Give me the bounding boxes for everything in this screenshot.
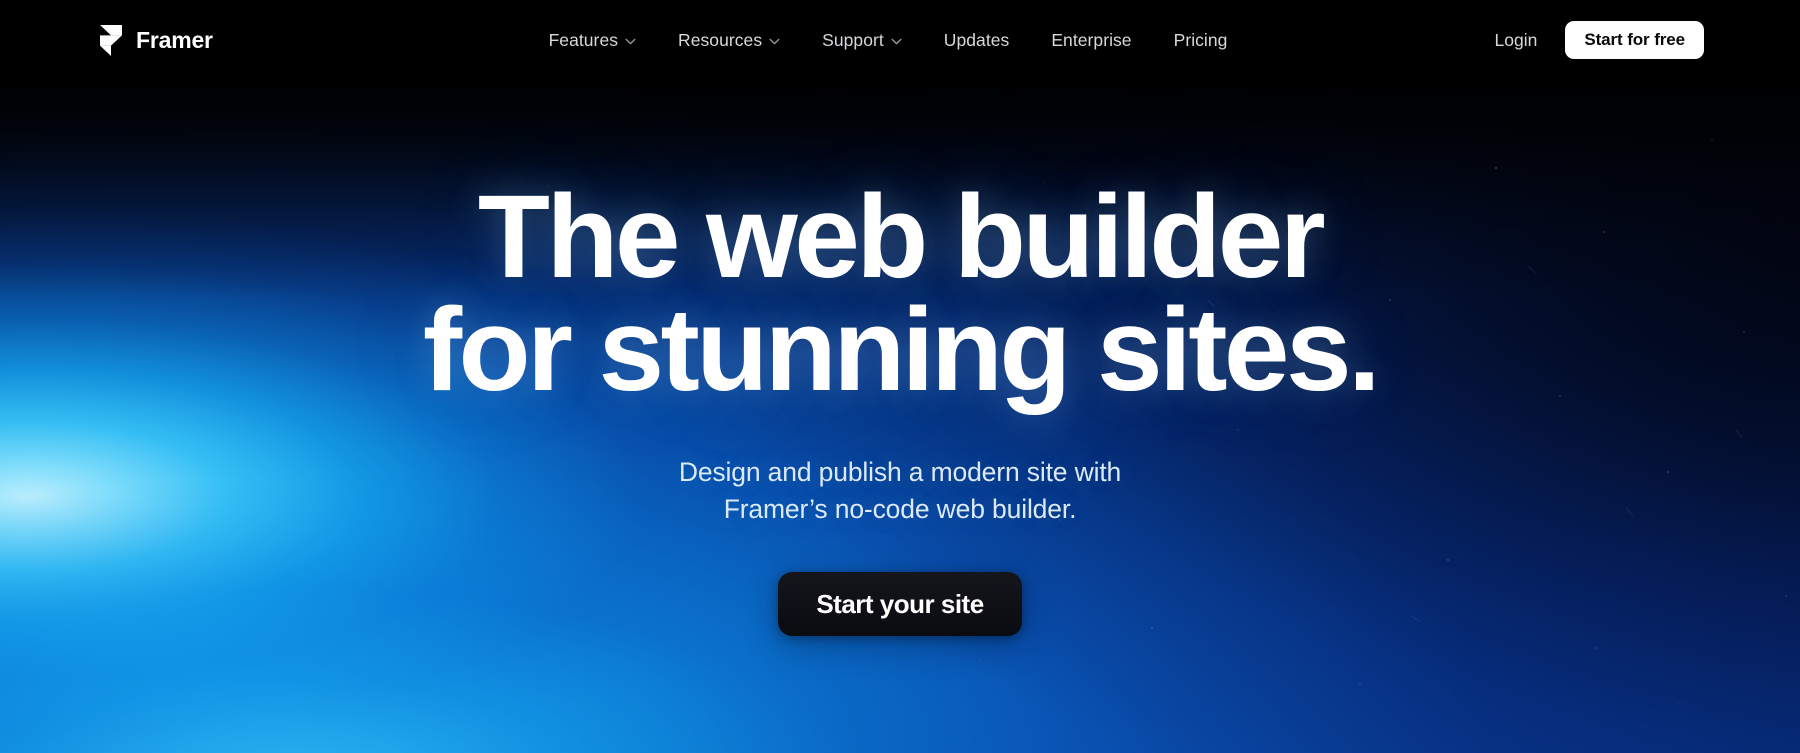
nav-item-support[interactable]: Support xyxy=(801,20,923,60)
nav-links: Features Resources Support Updates Enter… xyxy=(528,20,1249,60)
hero-subtitle-line-1: Design and publish a modern site with xyxy=(678,456,1122,487)
chevron-down-icon xyxy=(625,38,636,44)
hero-heading-line-1: The web builder xyxy=(477,171,1326,303)
nav-item-features[interactable]: Features xyxy=(528,20,657,60)
chevron-down-icon xyxy=(769,38,780,44)
nav-item-updates-label: Updates xyxy=(943,29,1010,50)
hero-subtitle-line-2: Framer’s no-code web builder. xyxy=(723,494,1077,525)
nav-item-support-label: Support xyxy=(822,29,884,50)
nav-item-updates[interactable]: Updates xyxy=(923,20,1031,60)
hero-heading-line-2: for stunning sites. xyxy=(422,284,1381,417)
hero-heading: The web builder for stunning sites. xyxy=(350,171,1450,417)
page-root: Framer Features Resources Support Update… xyxy=(0,0,1800,753)
nav-actions: Login Start for free xyxy=(1485,0,1704,80)
nav-item-enterprise-label: Enterprise xyxy=(1051,29,1132,50)
nav-item-features-label: Features xyxy=(548,29,619,50)
framer-logo-icon xyxy=(100,24,122,56)
nav-item-pricing-label: Pricing xyxy=(1173,29,1228,50)
brand-name: Framer xyxy=(136,26,213,53)
login-link[interactable]: Login xyxy=(1485,24,1548,57)
nav-item-resources-label: Resources xyxy=(678,29,763,50)
nav-item-enterprise[interactable]: Enterprise xyxy=(1030,20,1152,60)
hero-subtitle: Design and publish a modern site with Fr… xyxy=(520,454,1280,530)
start-your-site-button[interactable]: Start your site xyxy=(778,572,1022,637)
top-navigation-bar: Framer Features Resources Support Update… xyxy=(0,0,1800,80)
brand-logo-link[interactable]: Framer xyxy=(100,0,213,80)
nav-item-pricing[interactable]: Pricing xyxy=(1153,20,1249,60)
chevron-down-icon xyxy=(891,38,902,44)
start-for-free-button[interactable]: Start for free xyxy=(1565,21,1704,59)
nav-item-resources[interactable]: Resources xyxy=(657,20,801,60)
